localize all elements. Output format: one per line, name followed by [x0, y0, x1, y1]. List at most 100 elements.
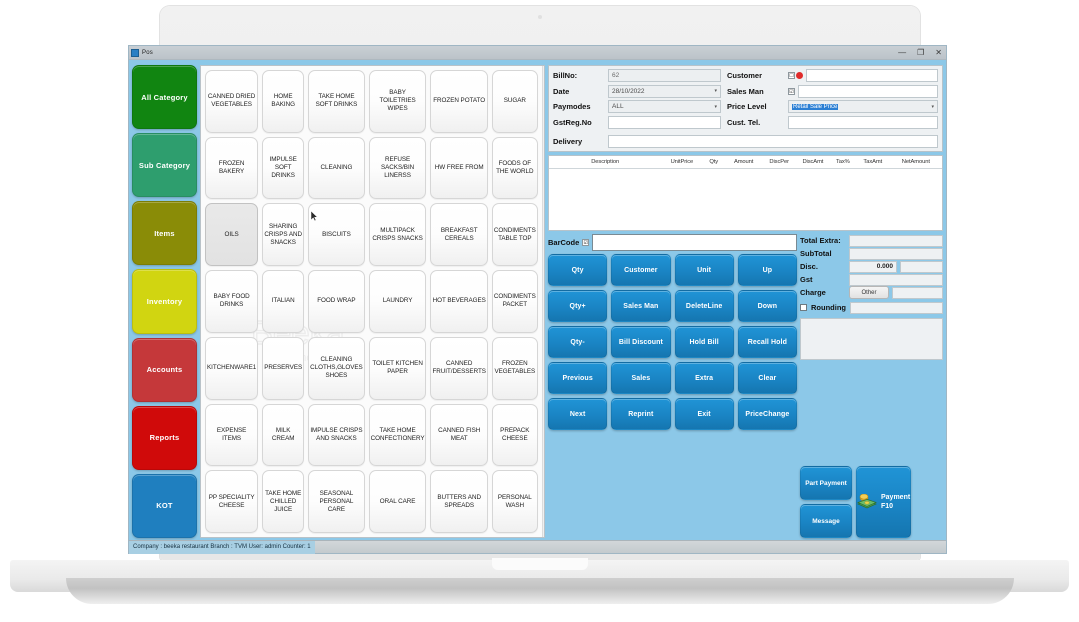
product-category-tile[interactable]: IMPULSE SOFT DRINKS [262, 136, 305, 200]
product-category-tile[interactable]: SHARING CRISPS AND SNACKS [262, 203, 305, 267]
action-button-bill-discount[interactable]: Bill Discount [611, 326, 671, 358]
checkbox-icon[interactable]: ☑ [788, 87, 795, 95]
total-value-field[interactable] [892, 286, 943, 299]
maximize-icon[interactable]: ❐ [917, 48, 924, 57]
product-category-tile[interactable]: IMPULSE CRISPS AND SNACKS [308, 403, 365, 467]
sidebar-item-kot[interactable]: KOT [132, 473, 197, 538]
product-category-tile[interactable]: TOILET KITCHEN PAPER [368, 336, 427, 400]
field-input[interactable]: 62 [608, 69, 721, 82]
product-category-tile[interactable]: BREAKFAST CEREALS [430, 203, 488, 267]
action-button-recall-hold[interactable]: Recall Hold [737, 326, 797, 358]
product-category-tile[interactable]: TAKE HOME SOFT DRINKS [308, 70, 365, 133]
product-grid-scrollbar[interactable]: ▲ ▼ [541, 66, 544, 537]
action-button-pricechange[interactable]: PriceChange [737, 398, 797, 430]
product-category-tile[interactable]: FROZEN BAKERY [205, 136, 259, 200]
minimize-icon[interactable]: — [898, 48, 906, 57]
charge-other-button[interactable]: Other [849, 286, 889, 299]
product-category-tile[interactable]: HOME BAKING [262, 70, 305, 133]
action-button-sales-man[interactable]: Sales Man [611, 290, 671, 322]
product-category-tile[interactable]: CLEANING [308, 136, 365, 200]
delivery-input[interactable] [608, 135, 938, 148]
product-category-tile[interactable]: SUGAR [491, 70, 538, 133]
sidebar-item-all-category[interactable]: All Category [132, 65, 197, 130]
total-value-field[interactable] [900, 260, 943, 273]
product-category-tile[interactable]: CANNED DRIED VEGETABLES [205, 70, 259, 133]
product-category-tile[interactable]: PP SPECIALITY CHEESE [205, 470, 259, 533]
action-button-unit[interactable]: Unit [674, 254, 734, 286]
product-category-tile[interactable]: PERSONAL WASH [491, 470, 538, 533]
action-button-exit[interactable]: Exit [674, 398, 734, 430]
barcode-input[interactable] [592, 234, 797, 251]
action-button-deleteline[interactable]: DeleteLine [674, 290, 734, 322]
field-input[interactable]: 28/10/2022 ▾ [608, 84, 721, 98]
product-category-tile[interactable]: HW FREE FROM [430, 136, 488, 200]
product-category-tile[interactable]: ITALIAN [262, 270, 305, 333]
action-button-hold-bill[interactable]: Hold Bill [674, 326, 734, 358]
product-category-tile[interactable]: TAKE HOME CHILLED JUICE [262, 470, 305, 533]
action-button-previous[interactable]: Previous [548, 362, 608, 394]
chevron-down-icon[interactable]: ▾ [714, 104, 717, 110]
action-button-sales[interactable]: Sales [611, 362, 671, 394]
product-category-tile[interactable]: KITCHENWARE1 [205, 336, 259, 400]
product-category-tile[interactable]: CLEANING CLOTHS,GLOVES SHOES [308, 336, 365, 400]
action-button-clear[interactable]: Clear [737, 362, 797, 394]
action-button-qty[interactable]: Qty [548, 254, 608, 286]
items-table-body[interactable] [549, 169, 942, 230]
column-header[interactable]: Tax% [830, 159, 856, 165]
column-header[interactable]: Qty [702, 159, 724, 165]
product-category-tile[interactable]: TAKE HOME CONFECTIONERY [368, 403, 427, 467]
side-button-part-payment[interactable]: Part Payment [800, 466, 852, 500]
total-value-field[interactable] [849, 273, 943, 286]
checkbox-icon[interactable]: ☐ [788, 72, 795, 79]
product-category-tile[interactable]: HOT BEVERAGES [430, 270, 488, 333]
sidebar-item-items[interactable]: Items [132, 201, 197, 266]
product-category-tile[interactable]: SEASONAL PERSONAL CARE [308, 470, 365, 533]
close-icon[interactable]: ✕ [935, 48, 942, 57]
product-category-tile[interactable]: FROZEN POTATO [430, 70, 488, 133]
column-header[interactable]: NetAmount [890, 159, 942, 165]
sidebar-item-reports[interactable]: Reports [132, 405, 197, 470]
product-category-tile[interactable]: FOODS OF THE WORLD [491, 136, 538, 200]
product-category-tile[interactable]: MULTIPACK CRISPS SNACKS [368, 203, 427, 267]
product-category-tile[interactable]: OILS [205, 203, 259, 267]
payment-button[interactable]: Payment F10 [856, 466, 912, 538]
product-category-tile[interactable]: FROZEN VEGETABLES [491, 336, 538, 400]
product-category-tile[interactable]: CONDIMENTS PACKET [491, 270, 538, 333]
sidebar-item-inventory[interactable]: Inventory [132, 269, 197, 334]
action-button-next[interactable]: Next [548, 398, 608, 430]
action-button-qty[interactable]: Qty+ [548, 290, 608, 322]
product-category-tile[interactable]: BABY TOILETRIES WIPES [368, 70, 427, 133]
product-category-tile[interactable]: ORAL CARE [368, 470, 427, 533]
product-category-tile[interactable]: BABY FOOD DRINKS [205, 270, 259, 333]
field-input[interactable] [788, 115, 938, 129]
action-button-customer[interactable]: Customer [611, 254, 671, 286]
action-button-extra[interactable]: Extra [674, 362, 734, 394]
side-button-message[interactable]: Message [800, 504, 852, 538]
barcode-checkbox[interactable]: ☑ [582, 239, 590, 246]
customer-alert-badge-icon[interactable] [796, 72, 803, 79]
column-header[interactable]: Amount [725, 159, 762, 165]
field-input[interactable]: ALL ▾ [608, 100, 721, 113]
field-input[interactable] [608, 115, 721, 129]
discount-amount-field[interactable]: 0.000 [849, 260, 897, 273]
product-category-tile[interactable]: CONDIMENTS TABLE TOP [491, 203, 538, 267]
scrollbar-thumb[interactable] [543, 76, 544, 194]
field-input[interactable]: Retail Sale Price ▾ [788, 100, 938, 113]
action-button-qty[interactable]: Qty- [548, 326, 608, 358]
product-category-tile[interactable]: FOOD WRAP [308, 270, 365, 333]
product-category-tile[interactable]: EXPENSE ITEMS [205, 403, 259, 467]
column-header[interactable]: DiscAmt [796, 159, 830, 165]
product-category-tile[interactable]: REFUSE SACKS/BIN LINERSS [368, 136, 427, 200]
column-header[interactable]: TaxAmt [856, 159, 890, 165]
action-button-down[interactable]: Down [737, 290, 797, 322]
chevron-down-icon[interactable]: ▾ [931, 104, 934, 110]
column-header[interactable]: UnitPrice [661, 159, 702, 165]
total-value-field[interactable] [849, 234, 943, 247]
field-input[interactable] [806, 69, 938, 82]
product-category-tile[interactable]: LAUNDRY [368, 270, 427, 333]
action-button-reprint[interactable]: Reprint [611, 398, 671, 430]
field-input[interactable] [798, 84, 938, 98]
total-value-field[interactable] [849, 247, 943, 260]
rounding-value[interactable] [850, 301, 943, 314]
product-category-tile[interactable]: PREPACK CHEESE [491, 403, 538, 467]
